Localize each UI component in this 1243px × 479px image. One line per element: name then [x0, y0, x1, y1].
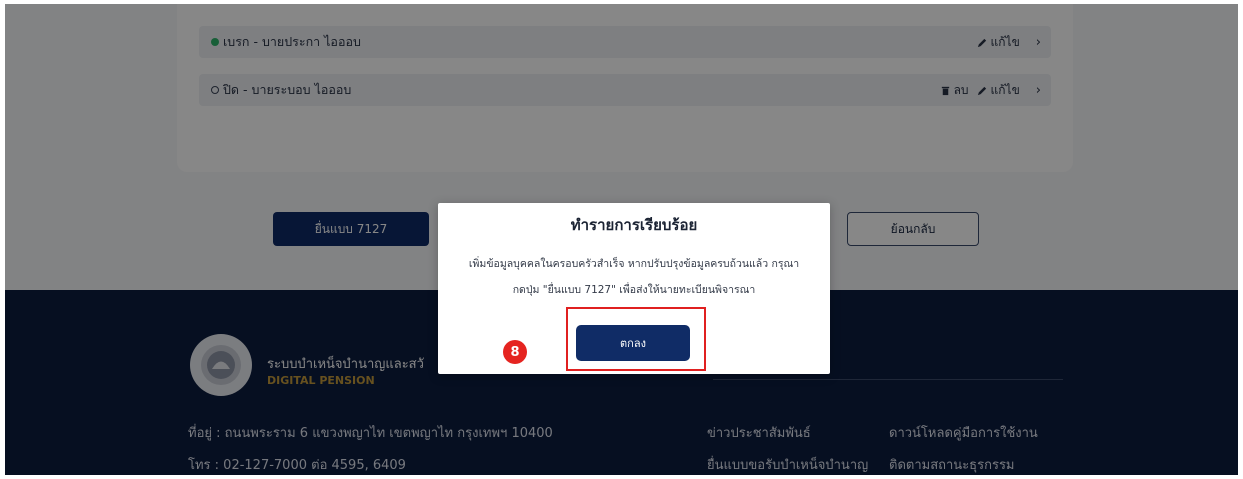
dialog-message-line: กดปุ่ม "ยื่นแบบ 7127" เพื่อส่งให้นายทะเบ…	[512, 284, 756, 296]
step-badge: 8	[503, 340, 527, 364]
highlight-box	[566, 307, 706, 371]
dialog-title: ทำรายการเรียบร้อย	[570, 216, 698, 234]
dialog-message-line: เพิ่มข้อมูลบุคคลในครอบครัวสำเร็จ หากปรับ…	[468, 258, 800, 270]
screenshot-frame: เบรก - บายประกา ไอออบ แก้ไข › ปิด - บายร…	[5, 4, 1238, 475]
dialog-message: เพิ่มข้อมูลบุคคลในครอบครัวสำเร็จ หากปรับ…	[456, 251, 812, 303]
